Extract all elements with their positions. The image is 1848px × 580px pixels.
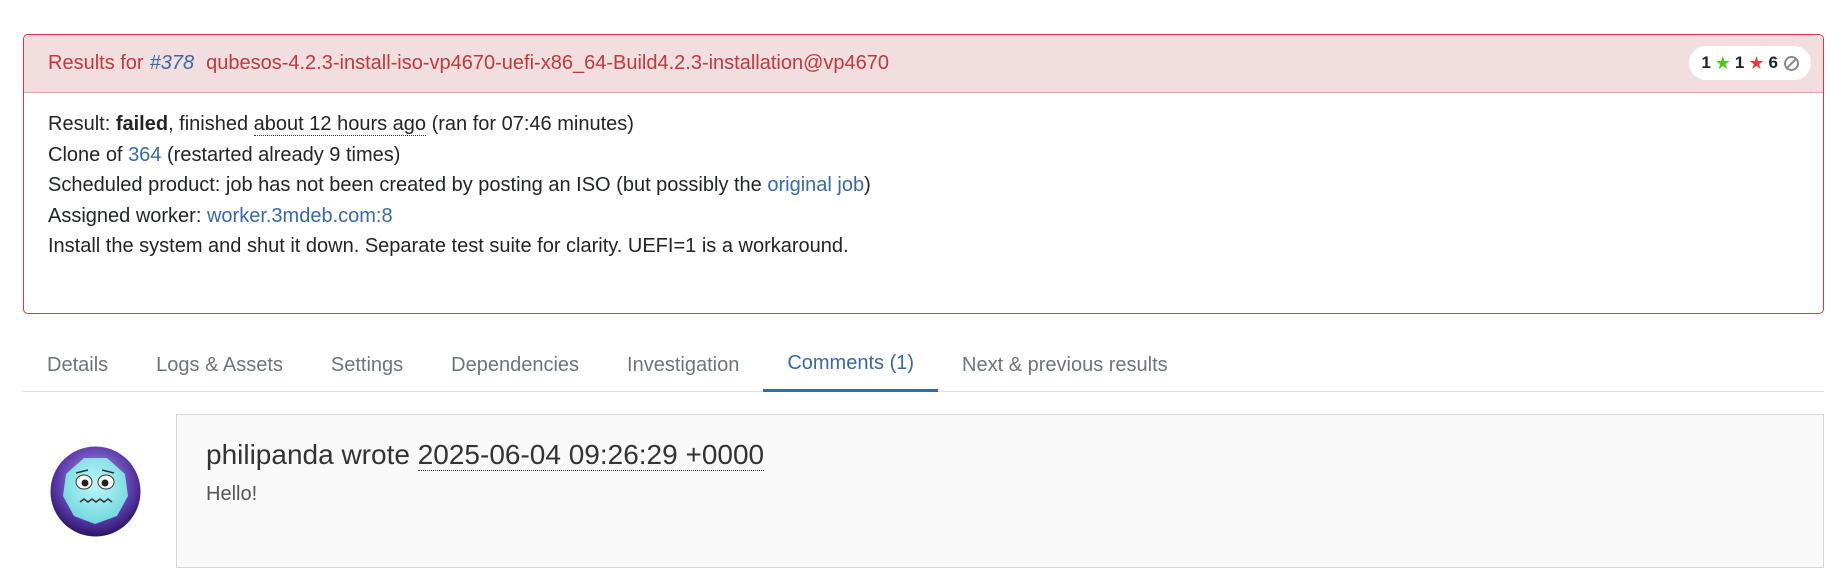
- job-number-link[interactable]: #378: [150, 52, 195, 75]
- module-results-badge[interactable]: 1 ★ 1 ★ 6: [1689, 46, 1811, 80]
- results-for-label: Results for: [48, 52, 144, 74]
- scheduled-product-text: Scheduled product: job has not been crea…: [48, 174, 768, 196]
- duration-text: (ran for 07:46 minutes): [426, 113, 634, 135]
- worker-link[interactable]: worker.3mdeb.com:8: [207, 205, 393, 227]
- failed-star-icon: ★: [1748, 52, 1765, 73]
- tab-comments[interactable]: Comments (1): [763, 338, 939, 392]
- comment-header: philipanda wrote 2025-06-04 09:26:29 +00…: [206, 437, 1794, 473]
- failed-count: 6: [1768, 53, 1778, 72]
- cancel-circle-icon: [1784, 55, 1799, 71]
- comment-wrote-label: wrote: [333, 439, 418, 470]
- result-card: Results for #378 qubesos-4.2.3-install-i…: [23, 34, 1824, 314]
- passed-star-icon: ★: [1714, 52, 1731, 73]
- restart-count-text: (restarted already 9 times): [161, 143, 401, 166]
- nervous-face-avatar-icon: [50, 446, 141, 537]
- tab-next-previous-results[interactable]: Next & previous results: [938, 338, 1192, 392]
- result-label: Result:: [48, 113, 116, 135]
- result-card-header: Results for #378 qubesos-4.2.3-install-i…: [24, 35, 1823, 93]
- job-name: qubesos-4.2.3-install-iso-vp4670-uefi-x8…: [206, 52, 890, 74]
- tab-settings[interactable]: Settings: [307, 338, 427, 392]
- job-tabs: Details Logs & Assets Settings Dependenc…: [23, 338, 1824, 392]
- clone-label: Clone of: [48, 143, 129, 166]
- tab-dependencies[interactable]: Dependencies: [427, 338, 603, 392]
- original-job-link[interactable]: original job: [767, 174, 864, 196]
- result-line: Result: failed, finished about 12 hours …: [48, 109, 1799, 140]
- tab-logs-assets[interactable]: Logs & Assets: [132, 338, 307, 392]
- comment-card: philipanda wrote 2025-06-04 09:26:29 +00…: [176, 414, 1824, 568]
- avatar: [50, 446, 141, 537]
- worker-label: Assigned worker:: [48, 204, 207, 227]
- tab-investigation[interactable]: Investigation: [603, 338, 763, 392]
- finished-label: , finished: [168, 113, 254, 135]
- scheduled-close-paren: ): [864, 174, 871, 196]
- tab-details[interactable]: Details: [23, 338, 132, 392]
- softfailed-count: 1: [1734, 53, 1745, 72]
- comment-body: Hello!: [206, 483, 258, 505]
- result-card-body: Result: failed, finished about 12 hours …: [24, 93, 1823, 278]
- finished-time: about 12 hours ago: [253, 113, 427, 136]
- passed-count: 1: [1701, 53, 1711, 72]
- clone-line: Clone of 364 (restarted already 9 times): [48, 140, 1799, 171]
- result-value: failed: [115, 113, 169, 135]
- scheduled-product-line: Scheduled product: job has not been crea…: [48, 170, 1799, 201]
- assigned-worker-line: Assigned worker: worker.3mdeb.com:8: [48, 201, 1799, 232]
- comment-author: philipanda: [206, 439, 334, 470]
- job-description: Install the system and shut it down. Sep…: [48, 235, 849, 257]
- comment-timestamp[interactable]: 2025-06-04 09:26:29 +0000: [417, 439, 765, 471]
- clone-job-link[interactable]: 364: [128, 144, 161, 166]
